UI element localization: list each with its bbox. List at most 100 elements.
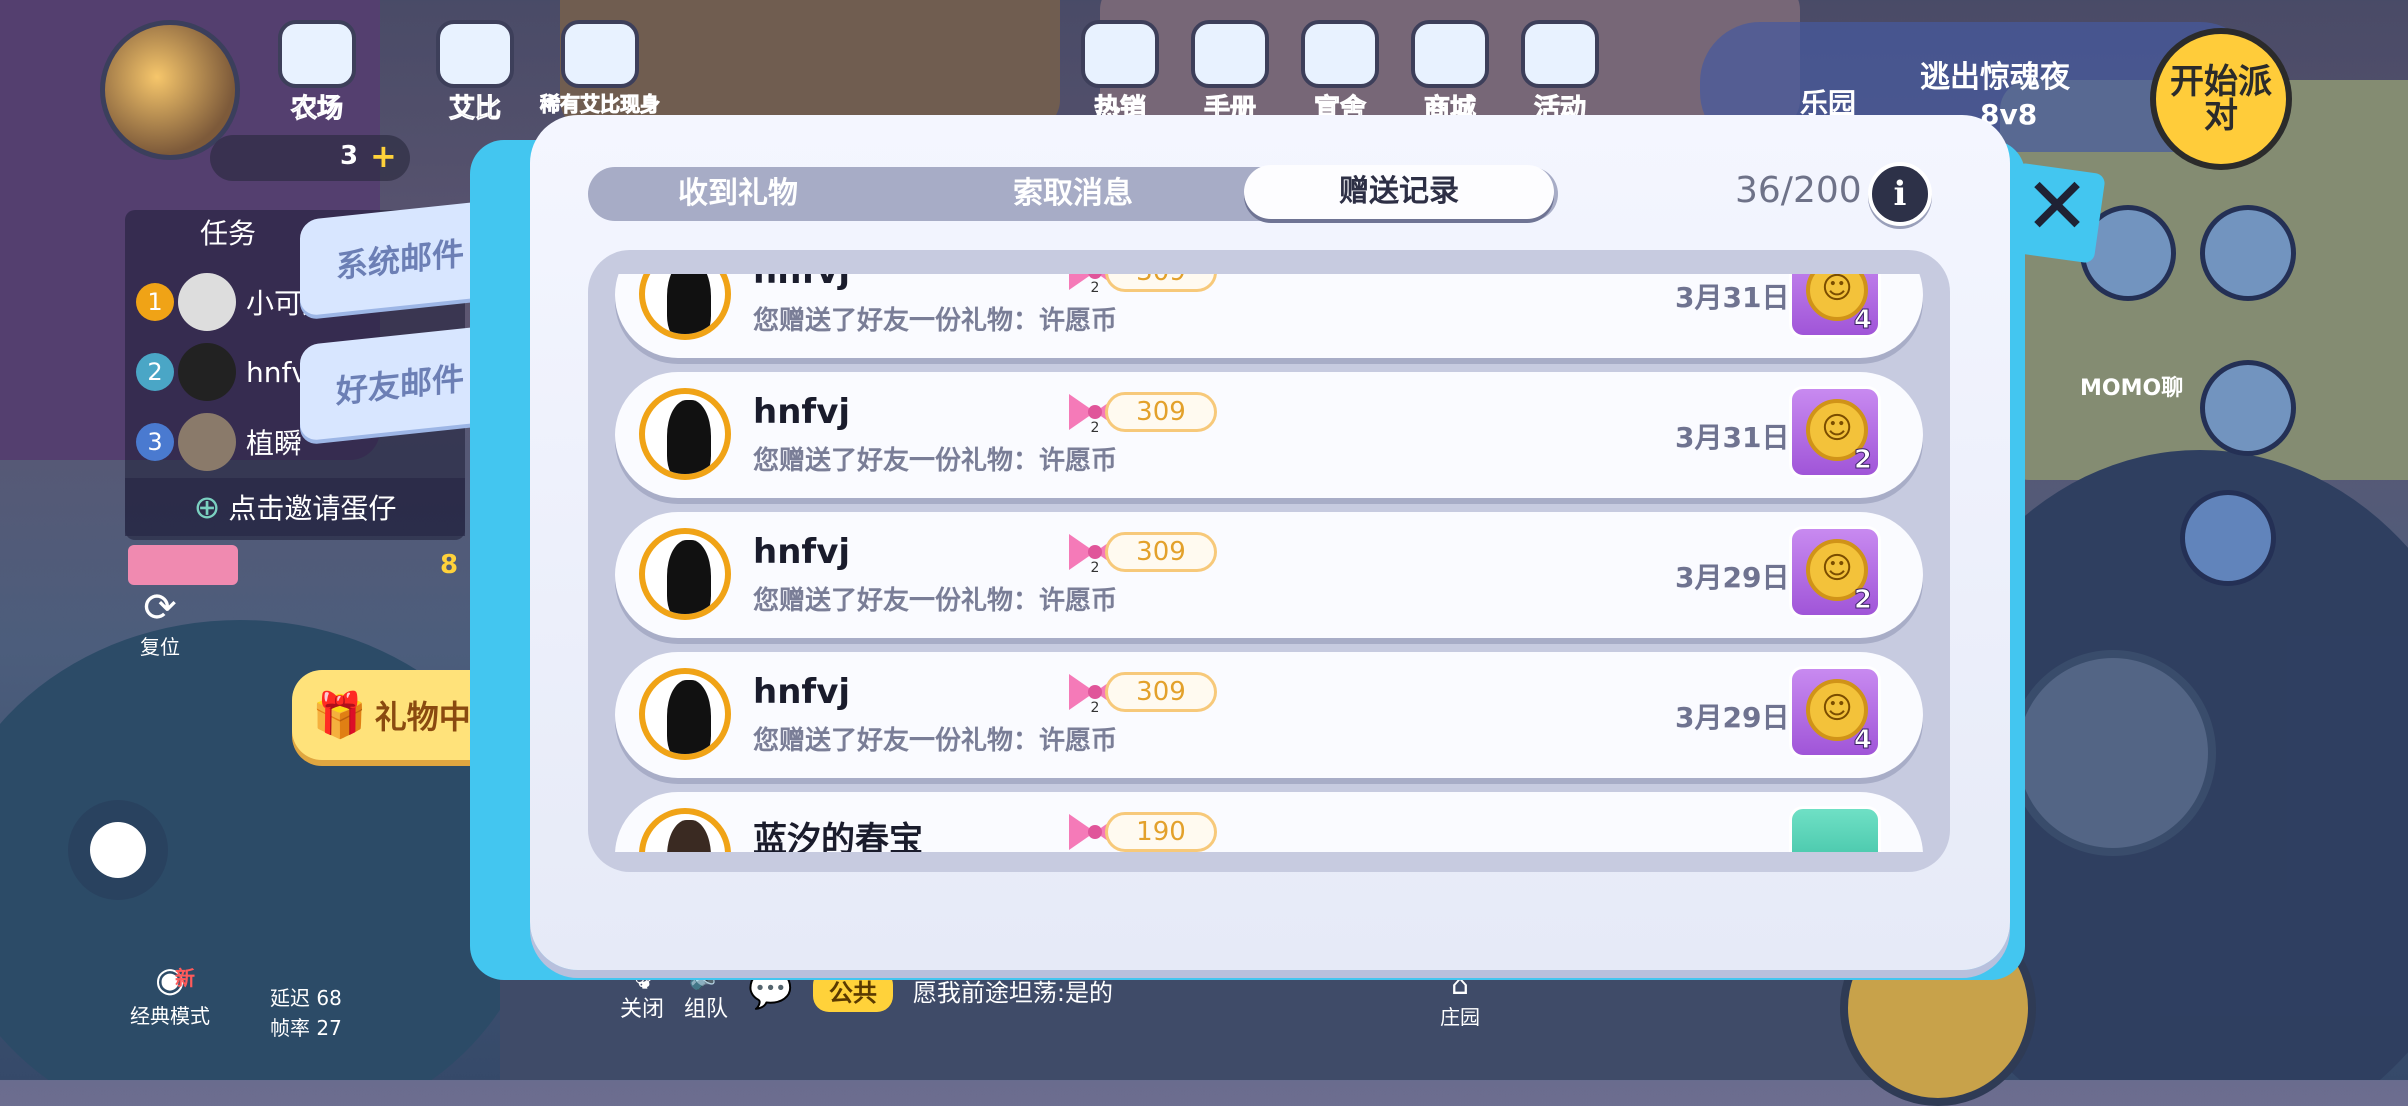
avatar (639, 388, 731, 480)
hot-sale-button[interactable]: 热销 (1065, 20, 1175, 125)
friend-name: hnfvj (753, 532, 851, 572)
shop-button[interactable]: 商城 (1395, 20, 1505, 125)
avatar (639, 528, 731, 620)
list-item[interactable]: 蓝汐的春宝 190 (615, 792, 1923, 852)
rank-number: 1 (136, 283, 174, 321)
avatar (178, 273, 236, 331)
friend-name: hnfvj (753, 274, 850, 292)
jump-button[interactable] (2010, 650, 2216, 856)
joystick-knob[interactable] (90, 822, 146, 878)
coin-bar[interactable]: 3 + (210, 135, 410, 181)
emote-face-icon[interactable] (2180, 490, 2276, 586)
gift-quantity: 4 (1853, 305, 1872, 336)
momo-chat-label[interactable]: MOMO聊 (2080, 370, 2183, 402)
intimacy-value: 309 (1105, 532, 1217, 572)
classic-mode-label: 经典模式 (130, 1004, 210, 1028)
intimacy-value: 190 (1105, 812, 1217, 852)
manor-label: 庄园 (1440, 1005, 1480, 1029)
friend-name: hnfvj (753, 392, 851, 432)
gift-quantity: 2 (1853, 445, 1872, 476)
farm-label: 农场 (290, 94, 343, 125)
gift-quantity: 2 (1853, 585, 1872, 616)
record-date: 3月31日 (1675, 281, 1790, 314)
gift-quantity: 4 (1853, 725, 1872, 756)
reset-label: 复位 (140, 635, 180, 659)
wish-coin-gift: ☺ 4 (1789, 666, 1881, 758)
modal-tabs: 收到礼物 索取消息 赠送记录 (588, 165, 1558, 221)
avatar (178, 343, 236, 401)
fps-label: 帧率 27 (270, 1016, 342, 1040)
svg-text:2: 2 (1091, 420, 1100, 434)
ranking-name: 植瞬 (246, 427, 303, 460)
abby-button[interactable]: 艾比 (420, 20, 530, 125)
svg-text:2: 2 (1091, 560, 1100, 574)
farm-icon (278, 20, 356, 88)
emote-badge[interactable] (128, 545, 238, 585)
classic-mode-button[interactable]: ◉ 经典模式 (120, 960, 220, 1029)
rare-abby-icon (561, 20, 639, 88)
list-item[interactable]: hnfvj 2 309 您赠送了好友一份礼物：许愿币 3月31日 ☺ 2 (615, 372, 1923, 498)
small-count: 8 (440, 550, 459, 580)
intimacy-value: 309 (1105, 392, 1217, 432)
close-icon[interactable]: ✕ (2012, 162, 2102, 252)
reset-icon: ⟳ (143, 585, 177, 631)
avatar (178, 413, 236, 471)
records-list[interactable]: hnfvj 2 309 您赠送了好友一份礼物：许愿币 3月31日 ☺ 4 hnf… (588, 250, 1950, 872)
event-button[interactable]: 活动 (1505, 20, 1615, 125)
invite-button[interactable]: ⊕ 点击邀请蛋仔 (125, 478, 465, 536)
avatar (639, 808, 731, 852)
list-item[interactable]: hnfvj 2 309 您赠送了好友一份礼物：许愿币 3月31日 ☺ 4 (615, 274, 1923, 358)
list-item[interactable]: hnfvj 2 309 您赠送了好友一份礼物：许愿币 3月29日 ☺ 2 (615, 512, 1923, 638)
cube-icon[interactable] (2200, 205, 2296, 301)
shop-icon (1411, 20, 1489, 88)
record-message: 您赠送了好友一份礼物：许愿币 (753, 306, 1118, 336)
handbook-icon (1191, 20, 1269, 88)
add-coin-icon[interactable]: + (370, 137, 397, 175)
record-date: 3月29日 (1675, 701, 1790, 734)
start-party-button[interactable]: 开始派对 (2150, 28, 2292, 170)
team-voice-label: 组队 (684, 996, 729, 1022)
hot-sale-icon (1081, 20, 1159, 88)
record-date: 3月29日 (1675, 561, 1790, 594)
list-item[interactable]: hnfvj 2 309 您赠送了好友一份礼物：许愿币 3月29日 ☺ 4 (615, 652, 1923, 778)
event-icon (1521, 20, 1599, 88)
abby-icon (436, 20, 514, 88)
coin-count: 3 (340, 141, 359, 171)
rank-number: 3 (136, 423, 174, 461)
plus-circle-icon: ⊕ (193, 488, 221, 526)
rank-number: 2 (136, 353, 174, 391)
avatar (639, 274, 731, 340)
tab-received-gifts[interactable]: 收到礼物 (588, 167, 888, 221)
wish-coin-gift: ☺ 2 (1789, 526, 1881, 618)
rare-abby-label: 稀有艾比现身 (540, 92, 661, 117)
tab-sent-records[interactable]: 赠送记录 (1244, 165, 1554, 219)
ticket-gift (1789, 806, 1881, 852)
svg-text:2: 2 (1091, 280, 1100, 294)
reset-button[interactable]: ⟳ 复位 (130, 585, 190, 660)
eye-icon: ◉ (155, 960, 185, 1000)
joystick[interactable] (68, 800, 168, 900)
friend-name: 蓝汐的春宝 (753, 820, 923, 852)
intimacy-value: 309 (1105, 672, 1217, 712)
wish-coin-gift: ☺ 2 (1789, 386, 1881, 478)
shoe-icon[interactable] (2200, 360, 2296, 456)
record-date: 3月31日 (1675, 421, 1790, 454)
avatar (639, 668, 731, 760)
event-title: 逃出惊魂夜 (1920, 60, 2070, 95)
task-label[interactable]: 任务 (200, 212, 256, 252)
record-message: 您赠送了好友一份礼物：许愿币 (753, 726, 1118, 756)
record-count: 36/200 (1735, 170, 1862, 211)
tab-request-messages[interactable]: 索取消息 (918, 167, 1228, 221)
invite-label: 点击邀请蛋仔 (228, 492, 397, 525)
intimacy-value: 309 (1105, 274, 1217, 292)
dorm-icon (1301, 20, 1379, 88)
latency-label: 延迟 68 (270, 986, 342, 1010)
dorm-button[interactable]: 宣舍 (1285, 20, 1395, 125)
handbook-button[interactable]: 手册 (1175, 20, 1285, 125)
rare-abby-button[interactable]: 稀有艾比现身 (525, 20, 675, 120)
farm-button[interactable]: 农场 (262, 20, 372, 125)
svg-text:2: 2 (1091, 700, 1100, 714)
record-message: 您赠送了好友一份礼物：许愿币 (753, 446, 1118, 476)
wish-coin-gift: ☺ 4 (1789, 274, 1881, 338)
info-icon[interactable]: i (1868, 162, 1932, 226)
